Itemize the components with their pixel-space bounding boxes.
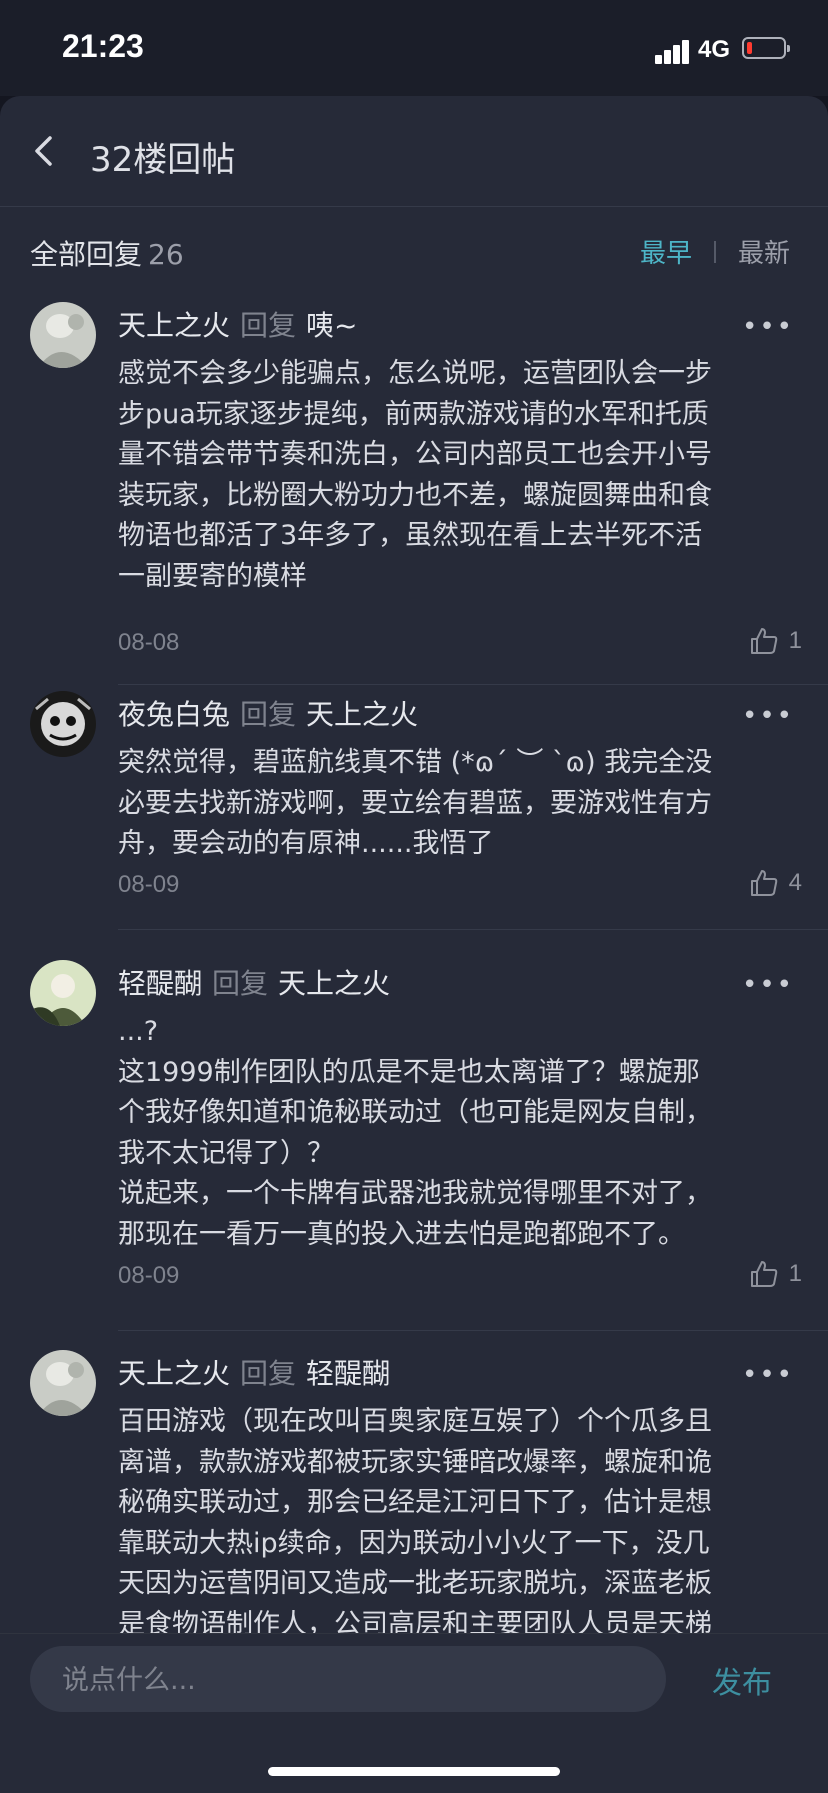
reply-keyword: 回复 [240, 309, 297, 342]
like-button[interactable]: 1 [749, 626, 802, 656]
username[interactable]: 天上之火 [118, 1357, 230, 1390]
comment-body: 突然觉得，碧蓝航线真不错 (*ɷ´ ︶ `ɷ) 我完全没 必要去找新游戏啊，要立… [118, 743, 798, 865]
comment-line: 靠联动大热ip续命，因为联动小小火了一下，没几 [118, 1527, 710, 1559]
back-button[interactable] [28, 134, 62, 168]
avatar[interactable] [30, 960, 96, 1026]
comment-line: 个我好像知道和诡秘联动过（也可能是网友自制， [118, 1097, 712, 1128]
comment-line: 这1999制作团队的瓜是不是也太离谱了？螺旋那 [118, 1056, 700, 1088]
comment-author-line: 夜兔白兔 回复 天上之火 [118, 693, 418, 733]
comment-date: 08-08 [118, 629, 180, 656]
divider [118, 929, 828, 930]
comment-composer: 发布 [0, 1633, 828, 1793]
comment-line: ...? [118, 1016, 159, 1047]
thumbs-up-icon [750, 870, 777, 896]
comment-line: 一副要寄的模样 [118, 560, 307, 592]
comment-line: 感觉不会多少能骗点，怎么说呢，运营团队会一步 [118, 358, 712, 389]
divider [118, 1330, 828, 1331]
comment-input[interactable] [60, 1646, 640, 1714]
comment-line: 舟，要会动的有原神......我悟了 [118, 828, 494, 859]
more-options-icon[interactable]: ••• [742, 701, 794, 731]
comment-line: 必要去找新游戏啊，要立绘有碧蓝，要游戏性有方 [118, 787, 712, 819]
comment-line: 天因为运营阴间又造成一批老玩家脱坑，深蓝老板 [118, 1568, 712, 1599]
reply-count-header: 全部回复 26 [30, 233, 184, 273]
network-type: 4G [698, 36, 731, 63]
battery-icon [742, 37, 790, 59]
publish-button[interactable]: 发布 [712, 1658, 772, 1702]
comment-input-wrapper [30, 1646, 666, 1714]
thumbs-up-icon [750, 628, 777, 654]
reply-label: 全部回复 [30, 238, 143, 271]
reply-target[interactable]: 天上之火 [306, 698, 418, 731]
like-count: 4 [788, 869, 802, 896]
thumbs-up-icon [750, 1261, 777, 1287]
more-options-icon[interactable]: ••• [742, 312, 794, 342]
reply-keyword: 回复 [240, 698, 297, 731]
sort-toggle: 最早 最新 [640, 233, 790, 270]
comment-body: ...? 这1999制作团队的瓜是不是也太离谱了？螺旋那 个我好像知道和诡秘联动… [118, 1012, 798, 1255]
status-time: 21:23 [62, 28, 144, 64]
comment-line: 秘确实联动过，那会已经是江河日下了，估计是想 [118, 1487, 712, 1518]
divider [118, 684, 828, 685]
sort-earliest-button[interactable]: 最早 [640, 233, 692, 270]
reply-count: 26 [148, 238, 184, 271]
comment-line: 步pua玩家逐步提纯，前两款游戏请的水军和托质 [118, 398, 709, 430]
more-options-icon[interactable]: ••• [742, 970, 794, 1000]
comment-body: 百田游戏（现在改叫百奥家庭互娱了）个个瓜多且 离谱，款款游戏都被玩家实锤暗改爆率… [118, 1402, 798, 1645]
avatar[interactable] [30, 302, 96, 368]
comment-item: 天上之火 回复 咦~ ••• 感觉不会多少能骗点，怎么说呢，运营团队会一步 步pua… [0, 302, 828, 685]
like-count: 1 [788, 627, 802, 654]
comment-date: 08-09 [118, 871, 180, 898]
comment-date: 08-09 [118, 1262, 180, 1289]
like-count: 1 [788, 1260, 802, 1287]
username[interactable]: 轻醍醐 [118, 967, 202, 1000]
sort-latest-button[interactable]: 最新 [738, 233, 790, 270]
avatar[interactable] [30, 1350, 96, 1416]
reply-target[interactable]: 轻醍醐 [306, 1357, 390, 1390]
comment-item: 夜兔白兔 回复 天上之火 ••• 突然觉得，碧蓝航线真不错 (*ɷ´ ︶ `ɷ) 我… [0, 691, 828, 931]
comment-line: 我不太记得了）？ [118, 1137, 334, 1169]
comment-body: 感觉不会多少能骗点，怎么说呢，运营团队会一步 步pua玩家逐步提纯，前两款游戏请… [118, 354, 798, 597]
like-button[interactable]: 4 [749, 868, 802, 898]
comment-author-line: 天上之火 回复 轻醍醐 [118, 1352, 390, 1392]
signal-icon [655, 40, 691, 64]
chevron-left-icon [35, 136, 52, 166]
comment-line: 那现在一看万一真的投入进去怕是跑都跑不了。 [118, 1218, 685, 1250]
comment-line: 离谱，款款游戏都被玩家实锤暗改爆率，螺旋和诡 [118, 1446, 712, 1478]
sort-divider [713, 240, 716, 263]
reply-target[interactable]: 咦~ [306, 309, 357, 342]
comment-line: 装玩家，比粉圈大粉功力也不差，螺旋圆舞曲和食 [118, 479, 712, 511]
reply-keyword: 回复 [240, 1357, 297, 1390]
comment-item: 轻醍醐 回复 天上之火 ••• ...? 这1999制作团队的瓜是不是也太离谱了？螺… [0, 960, 828, 1331]
status-bar: 21:23 4G [0, 0, 828, 96]
page-title: 32楼回帖 [90, 140, 236, 180]
comment-line: 百田游戏（现在改叫百奥家庭互娱了）个个瓜多且 [118, 1406, 712, 1437]
reply-sheet: 32楼回帖 全部回复 26 最早 最新 天上之火 回复 咦~ ••• 感觉不会多少能骗… [0, 96, 828, 1792]
more-options-icon[interactable]: ••• [742, 1360, 794, 1390]
like-button[interactable]: 1 [749, 1259, 802, 1289]
comment-author-line: 轻醍醐 回复 天上之火 [118, 962, 390, 1002]
nav-bar: 32楼回帖 [0, 96, 828, 207]
comment-line: 物语也都活了3年多了，虽然现在看上去半死不活 [118, 520, 703, 551]
home-indicator [268, 1767, 560, 1776]
comment-line: 突然觉得，碧蓝航线真不错 (*ɷ´ ︶ `ɷ) 我完全没 [118, 747, 713, 778]
comment-item: 天上之火 回复 轻醍醐 ••• 百田游戏（现在改叫百奥家庭互娱了）个个瓜多且 离谱，… [0, 1350, 828, 1650]
comment-author-line: 天上之火 回复 咦~ [118, 304, 358, 344]
comment-line: 说起来，一个卡牌有武器池我就觉得哪里不对了， [118, 1178, 712, 1209]
reply-target[interactable]: 天上之火 [278, 967, 390, 1000]
avatar[interactable] [30, 691, 96, 757]
username[interactable]: 天上之火 [118, 309, 230, 342]
reply-keyword: 回复 [212, 967, 269, 1000]
comment-line: 量不错会带节奏和洗白，公司内部员工也会开小号 [118, 439, 712, 470]
username[interactable]: 夜兔白兔 [118, 698, 230, 731]
